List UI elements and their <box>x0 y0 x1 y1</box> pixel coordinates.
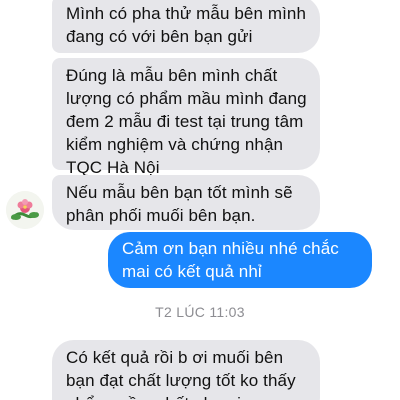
message-bubble-outgoing[interactable]: Cảm ơn bạn nhiều nhé chắc mai có kết quả… <box>108 232 372 288</box>
message-line: Đúng là mẫu bên mình chất <box>66 66 278 85</box>
flower-avatar-icon <box>6 191 44 229</box>
message-line: Có kết quả rồi b ơi muối bên <box>66 348 284 367</box>
message-bubble-incoming[interactable]: Nếu mẫu bên bạn tốt mình sẽ phân phối mu… <box>52 175 320 230</box>
message-line: đang có với bên bạn gửi <box>66 27 253 46</box>
message-bubble-incoming[interactable]: Đúng là mẫu bên mình chất lượng có phẩm … <box>52 58 320 177</box>
message-timestamp: T2 LÚC 11:03 <box>155 304 245 320</box>
message-line: đem 2 mẫu đi test tại trung tâm <box>66 112 304 131</box>
message-line: kiểm nghiệm và chứng nhận <box>66 135 284 154</box>
message-line: phẩm mầu, chất phụ gia <box>66 392 306 400</box>
message-bubble-incoming[interactable]: Có kết quả rồi b ơi muối bên bạn đạt chấ… <box>52 340 320 400</box>
message-line: phân phối muối bên bạn. <box>66 206 256 225</box>
message-line: lượng có phẩm mầu mình đang <box>66 89 307 108</box>
message-line: Nếu mẫu bên bạn tốt mình sẽ <box>66 183 293 202</box>
message-bubble-incoming[interactable]: Mình có pha thử mẫu bên mình đang có với… <box>52 0 320 53</box>
message-line: mai có kết quả nhỉ <box>122 262 262 281</box>
sender-avatar[interactable] <box>6 191 44 229</box>
chat-thread: Mình có pha thử mẫu bên mình đang có với… <box>0 0 400 400</box>
message-line: bạn đạt chất lượng tốt ko thấy <box>66 371 296 390</box>
message-line: Mình có pha thử mẫu bên mình <box>66 4 307 23</box>
message-line: Cảm ơn bạn nhiều nhé chắc <box>122 239 339 258</box>
